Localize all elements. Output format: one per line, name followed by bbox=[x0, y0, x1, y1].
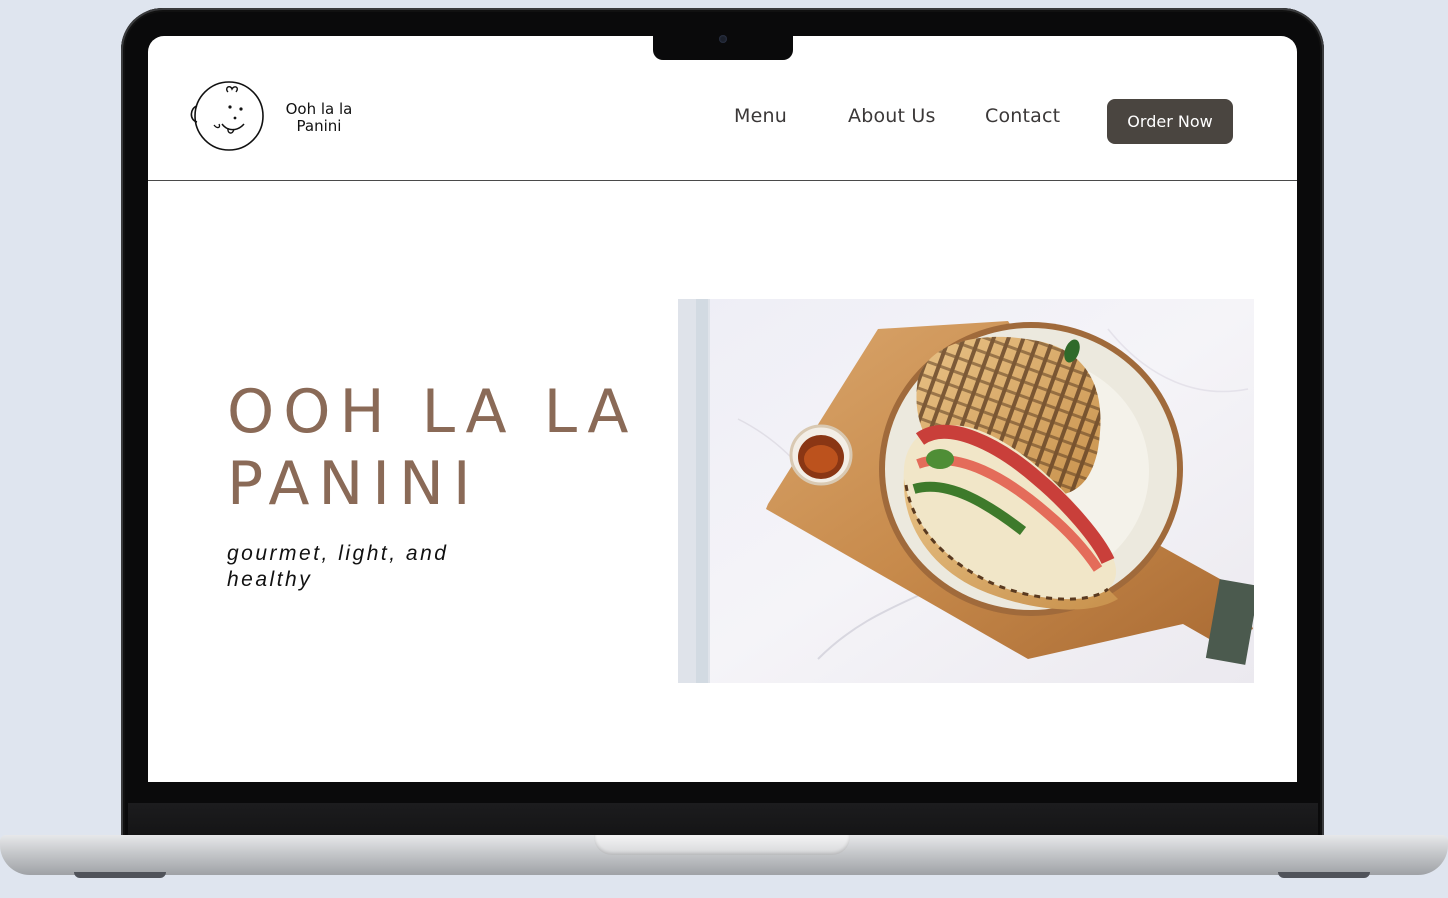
panini-photo bbox=[678, 299, 1254, 683]
hero-title-line-1: OOH LA LA bbox=[227, 377, 638, 447]
nav-about-link[interactable]: About Us bbox=[848, 105, 936, 127]
nav-contact-link[interactable]: Contact bbox=[985, 105, 1060, 127]
logo-wordmark: Ooh la la Panini bbox=[274, 101, 364, 135]
nav-menu-link[interactable]: Menu bbox=[734, 105, 787, 127]
website-screen: Ooh la la Panini Menu About Us Contact O… bbox=[148, 36, 1297, 782]
site-logo[interactable]: Ooh la la Panini bbox=[188, 80, 363, 152]
hero-title: OOH LA LA PANINI bbox=[227, 376, 637, 520]
hero-subtitle: gourmet, light, and healthy bbox=[227, 542, 449, 591]
panini-sandwich-illustration bbox=[678, 299, 1254, 683]
logo-line-1: Ooh la la bbox=[285, 100, 353, 118]
camera-notch bbox=[653, 33, 793, 60]
webcam-icon bbox=[719, 35, 727, 43]
laptop-mockup: Ooh la la Panini Menu About Us Contact O… bbox=[0, 0, 1448, 898]
laptop-opening-notch bbox=[594, 835, 850, 855]
laptop-foot-left bbox=[74, 872, 166, 878]
order-now-button[interactable]: Order Now bbox=[1107, 99, 1233, 144]
laptop-bottom-bezel bbox=[128, 803, 1318, 839]
logo-line-2: Panini bbox=[296, 117, 342, 135]
hero-title-line-2: PANINI bbox=[227, 449, 480, 519]
smiling-face-icon bbox=[190, 81, 264, 151]
laptop-foot-right bbox=[1278, 872, 1370, 878]
